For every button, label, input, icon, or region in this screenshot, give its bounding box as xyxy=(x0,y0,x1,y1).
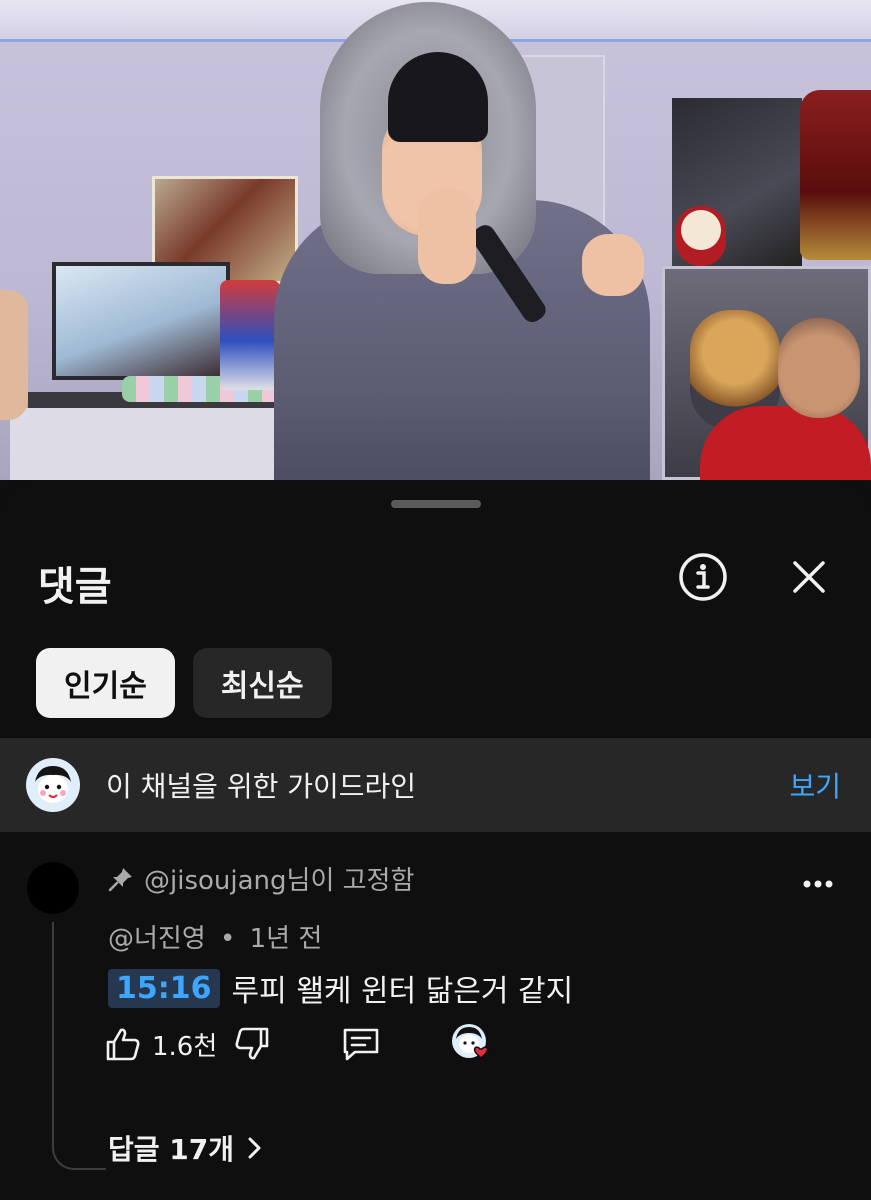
pinned-comment: @jisoujang님이 고정함 @너진영 • 1년 전 15:16 루피 왤케… xyxy=(0,832,871,1200)
guidelines-text: 이 채널을 위한 가이드라인 xyxy=(106,770,417,803)
like-button[interactable]: 1.6천 xyxy=(104,1025,217,1063)
sheet-title: 댓글 xyxy=(38,564,112,610)
creator-heart-badge xyxy=(451,1023,493,1065)
person-head xyxy=(778,318,860,418)
creator-avatar-heart-icon xyxy=(452,1024,489,1060)
info-circle-icon xyxy=(679,553,727,601)
video-cabinet xyxy=(10,408,310,480)
video-painting xyxy=(52,262,230,380)
meta-separator: • xyxy=(220,924,236,954)
dislike-button[interactable] xyxy=(233,1025,271,1063)
comment-time: 1년 전 xyxy=(249,924,323,954)
sort-chip-top[interactable]: 인기순 xyxy=(36,648,175,718)
channel-guidelines-banner[interactable]: 이 채널을 위한 가이드라인 보기 xyxy=(0,738,871,832)
comment-author[interactable]: @너진영 xyxy=(108,924,206,954)
more-horizontal-icon xyxy=(803,880,833,888)
info-button[interactable] xyxy=(676,550,730,604)
comment-reply-icon xyxy=(343,1028,379,1061)
timestamp-link[interactable]: 15:16 xyxy=(108,968,220,1008)
thread-line xyxy=(52,922,106,1170)
close-icon xyxy=(793,561,825,593)
close-button[interactable] xyxy=(782,550,836,604)
channel-avatar xyxy=(26,758,80,812)
pinned-label: @jisoujang님이 고정함 xyxy=(108,860,414,897)
video-beanie xyxy=(388,52,488,142)
sort-chips: 인기순 최신순 xyxy=(36,648,332,718)
comments-sheet: 댓글 인기순 최신순 이 채널을 위한 가이드라인 보기 @jisoujang님… xyxy=(0,482,871,1200)
comment-actions: 1.6천 xyxy=(104,1022,493,1066)
replies-label: 답글 17개 xyxy=(108,1133,234,1166)
commenter-avatar[interactable] xyxy=(27,862,79,914)
video-hand-right xyxy=(582,234,644,296)
video-hand-left xyxy=(418,188,476,284)
comment-text: 루피 왤케 윈터 닮은거 같지 xyxy=(231,974,574,1009)
pinned-by-text: @jisoujang님이 고정함 xyxy=(144,866,415,896)
comment-more-button[interactable] xyxy=(796,864,840,904)
replies-toggle[interactable]: 답글 17개 xyxy=(108,1128,266,1168)
drag-handle[interactable] xyxy=(391,500,481,508)
comment-body: 15:16 루피 왤케 윈터 닮은거 같지 xyxy=(108,966,573,1010)
video-bear-plush xyxy=(676,206,726,266)
video-player[interactable] xyxy=(0,0,871,480)
video-ironman-figure xyxy=(800,90,871,260)
pin-icon xyxy=(108,867,132,891)
person-body xyxy=(700,406,871,480)
reply-button[interactable] xyxy=(341,1024,381,1064)
guidelines-view-link[interactable]: 보기 xyxy=(789,765,841,805)
thumbs-up-icon xyxy=(106,1028,140,1061)
video-left-person xyxy=(0,290,28,420)
video-robot-figure xyxy=(220,280,280,390)
comment-meta: @너진영 • 1년 전 xyxy=(108,918,322,955)
like-count: 1.6천 xyxy=(152,1031,218,1062)
thumbs-down-icon xyxy=(235,1027,269,1060)
video-background-person xyxy=(700,318,871,480)
chevron-right-icon xyxy=(248,1137,261,1159)
sort-chip-newest[interactable]: 최신순 xyxy=(192,648,332,718)
